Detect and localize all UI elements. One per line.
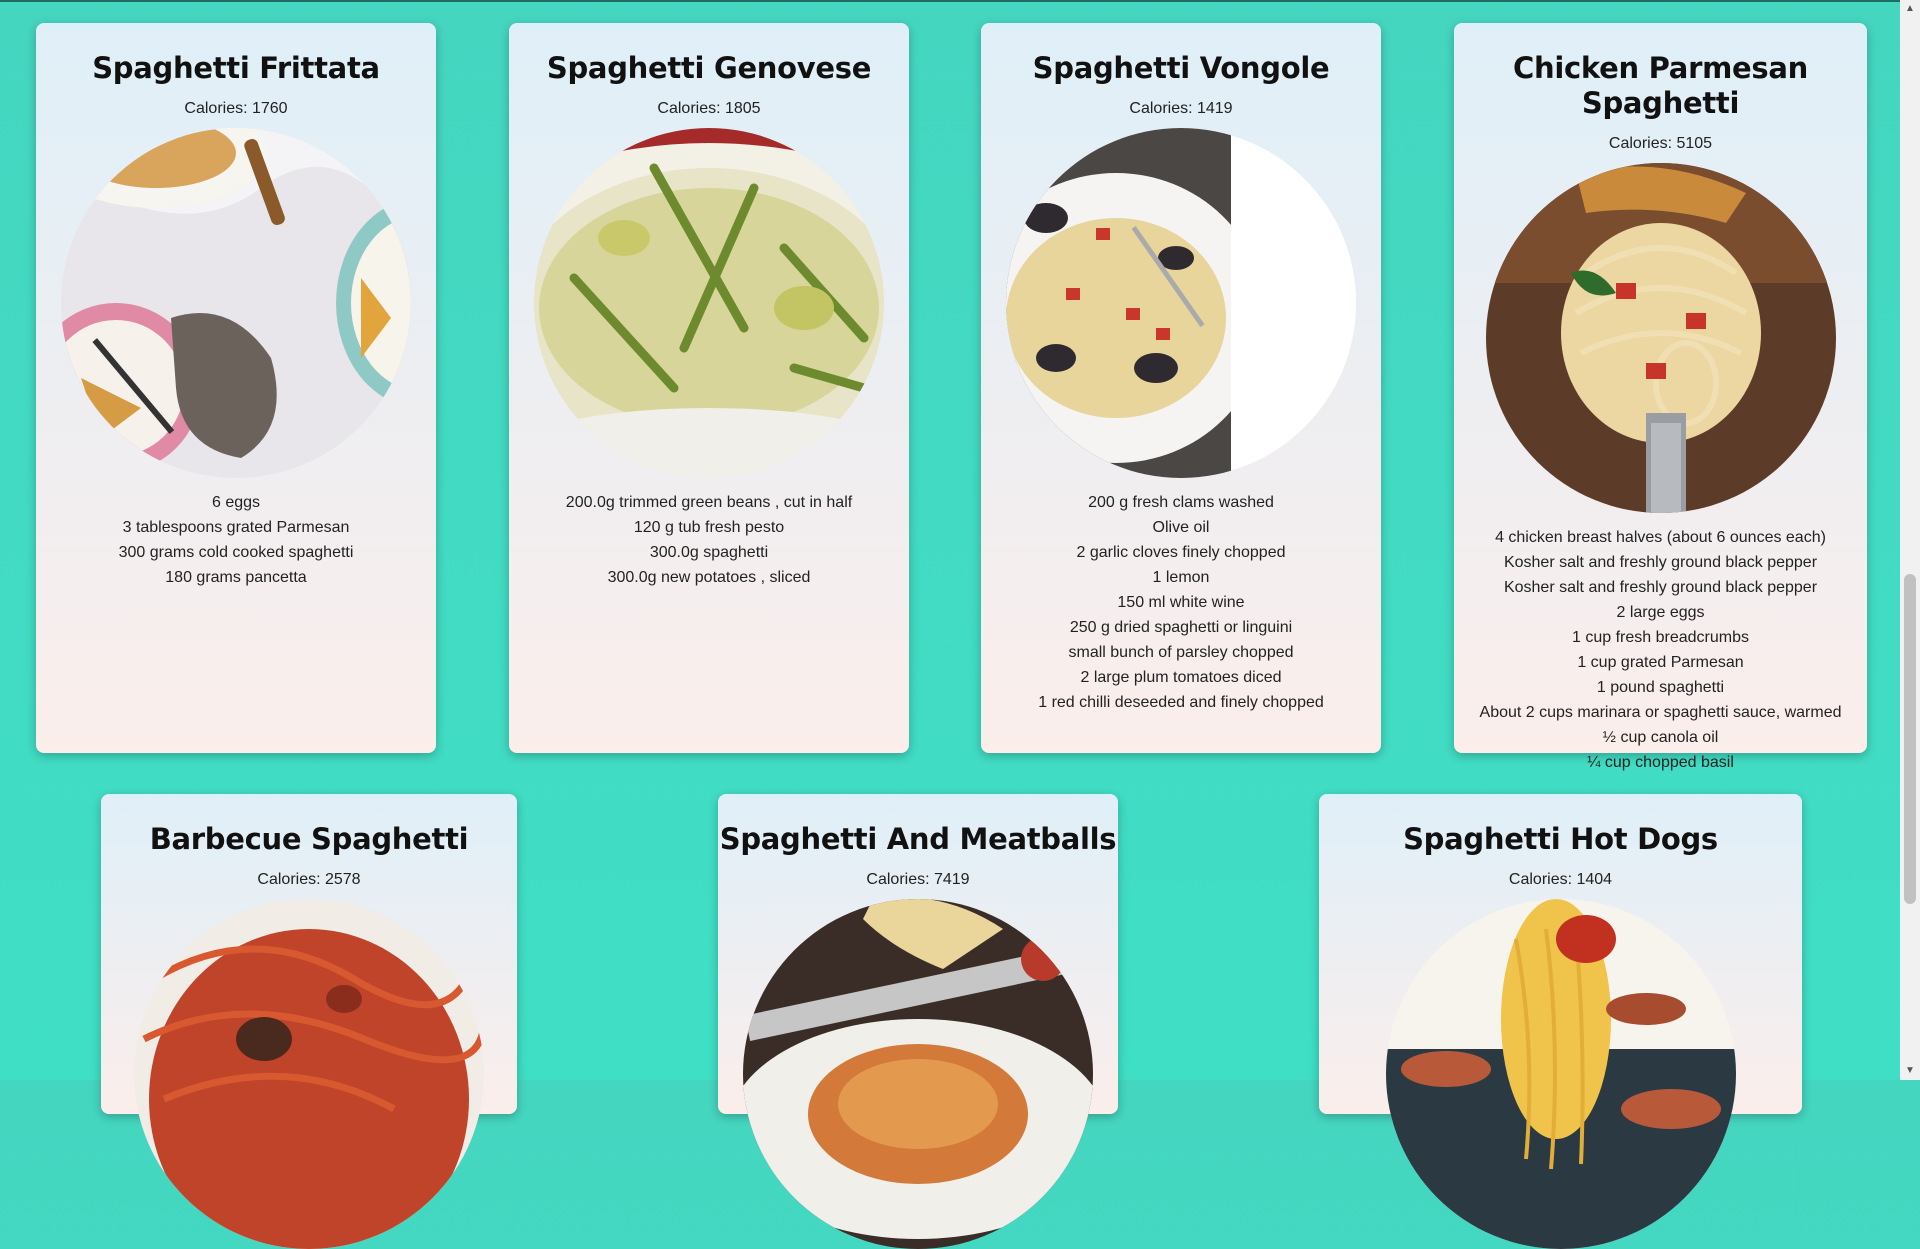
ingredient-item: 1 cup fresh breadcrumbs — [1572, 628, 1749, 646]
recipe-title: Spaghetti Frittata — [92, 51, 380, 85]
ingredient-item: 1 cup grated Parmesan — [1577, 653, 1744, 671]
ingredient-item: 300 grams cold cooked spaghetti — [118, 543, 354, 561]
ingredient-item: 180 grams pancetta — [165, 568, 307, 586]
recipe-card: Spaghetti And Meatballs Calories: 7419 — [718, 794, 1118, 1249]
recipe-card: Spaghetti Frittata Calories: 1760 6 eggs — [36, 23, 436, 753]
ingredient-item: small bunch of parsley chopped — [1068, 643, 1294, 661]
ingredient-item: 120 g tub fresh pesto — [633, 518, 785, 536]
ingredient-item: 200.0g trimmed green beans , cut in half — [565, 493, 853, 511]
ingredient-item: 300.0g spaghetti — [649, 543, 769, 561]
recipe-title: Spaghetti Genovese — [546, 51, 872, 85]
recipe-image — [1385, 898, 1736, 1249]
ingredient-item: About 2 cups marinara or spaghetti sauce… — [1479, 703, 1842, 721]
recipe-image — [534, 127, 884, 478]
ingredient-item: 1 red chilli deseeded and finely chopped — [1038, 693, 1324, 711]
recipe-image — [1485, 162, 1836, 513]
scrollbar-thumb[interactable] — [1904, 574, 1916, 904]
recipe-image — [61, 127, 411, 478]
recipe-title: Spaghetti Hot Dogs — [1403, 822, 1718, 856]
recipe-card: Chicken Parmesan Spaghetti Calories: 510… — [1454, 23, 1867, 771]
ingredient-item: ½ cup canola oil — [1602, 728, 1719, 746]
ingredient-list: 200 g fresh clams washed Olive oil 2 gar… — [981, 490, 1381, 715]
recipe-calories: Calories: 7419 — [866, 870, 970, 888]
recipe-card: Barbecue Spaghetti Calories: 2578 — [101, 794, 517, 1249]
ingredient-item: 1 lemon — [1152, 568, 1210, 586]
ingredient-item: Kosher salt and freshly ground black pep… — [1503, 578, 1818, 596]
scroll-down-arrow-icon[interactable]: ▼ — [1900, 1062, 1920, 1080]
ingredient-item: 2 large plum tomatoes diced — [1080, 668, 1282, 686]
ingredient-item: 200 g fresh clams washed — [1088, 493, 1274, 511]
ingredient-item: 1 pound spaghetti — [1596, 678, 1725, 696]
recipe-calories: Calories: 1760 — [184, 99, 288, 117]
recipe-calories: Calories: 1404 — [1508, 870, 1613, 888]
ingredient-item: 4 chicken breast halves (about 6 ounces … — [1495, 528, 1826, 546]
recipe-title: Chicken Parmesan Spaghetti — [1513, 51, 1808, 120]
ingredient-item: 3 tablespoons grated Parmesan — [122, 518, 350, 536]
scroll-up-arrow-icon[interactable]: ▲ — [1900, 0, 1920, 18]
recipe-calories: Calories: 1419 — [1129, 99, 1233, 117]
ingredient-item: 250 g dried spaghetti or linguini — [1069, 618, 1293, 636]
recipe-image — [743, 898, 1093, 1249]
recipe-card: Spaghetti Genovese Calories: 1805 200.0g… — [509, 23, 909, 753]
ingredient-item: 300.0g new potatoes , sliced — [607, 568, 811, 586]
recipe-title: Spaghetti And Meatballs — [719, 822, 1117, 856]
recipe-card: Spaghetti Hot Dogs Calories: 1404 — [1319, 794, 1802, 1249]
ingredient-item: 2 large eggs — [1616, 603, 1705, 621]
recipe-card: Spaghetti Vongole Calories: 1419 200 g f… — [981, 23, 1381, 753]
ingredient-item: Olive oil — [1152, 518, 1210, 536]
ingredient-list: 6 eggs 3 tablespoons grated Parmesan 300… — [36, 490, 436, 590]
recipe-calories: Calories: 1805 — [657, 99, 761, 117]
recipe-image — [1006, 127, 1356, 478]
ingredient-item: 6 eggs — [211, 493, 261, 511]
recipe-grid: Spaghetti Frittata Calories: 1760 6 eggs — [0, 0, 1900, 1249]
ingredient-list: 4 chicken breast halves (about 6 ounces … — [1454, 525, 1867, 775]
ingredient-list: 200.0g trimmed green beans , cut in half… — [509, 490, 909, 590]
ingredient-item: 2 garlic cloves finely chopped — [1076, 543, 1286, 561]
ingredient-item: ¼ cup chopped basil — [1587, 753, 1734, 771]
recipe-image — [134, 898, 484, 1249]
vertical-scrollbar[interactable]: ▲ ▼ — [1900, 0, 1920, 1080]
ingredient-item: Kosher salt and freshly ground black pep… — [1503, 553, 1818, 571]
recipe-calories: Calories: 2578 — [257, 870, 361, 888]
recipe-title: Barbecue Spaghetti — [149, 822, 469, 856]
recipe-title: Spaghetti Vongole — [1032, 51, 1330, 85]
ingredient-item: 150 ml white wine — [1117, 593, 1245, 611]
recipe-calories: Calories: 5105 — [1608, 134, 1713, 152]
